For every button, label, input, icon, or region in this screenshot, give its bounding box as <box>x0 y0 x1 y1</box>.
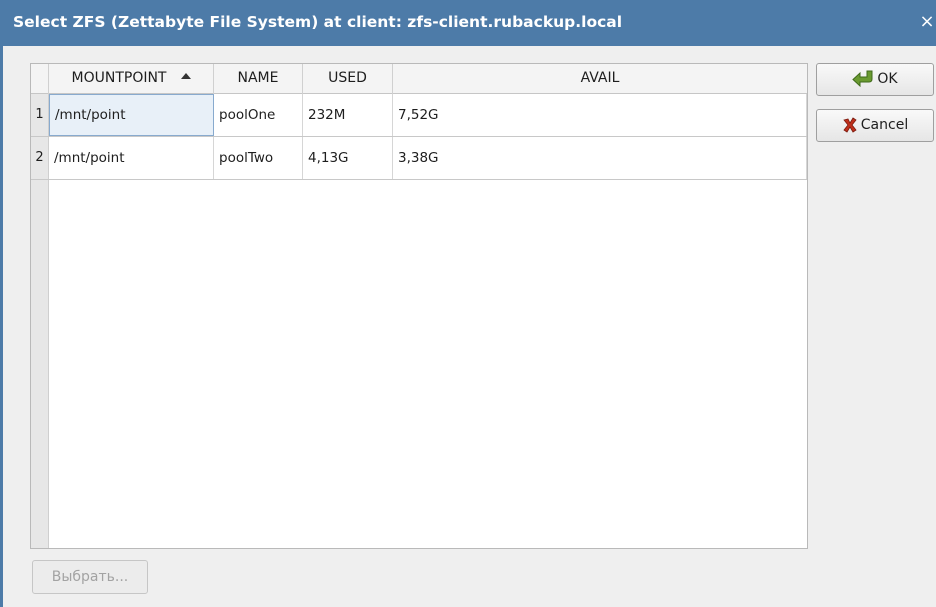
column-label: MOUNTPOINT <box>71 70 167 86</box>
close-icon[interactable]: × <box>918 10 936 34</box>
window-title: Select ZFS (Zettabyte File System) at cl… <box>13 13 623 31</box>
cancel-button[interactable]: Cancel <box>816 109 934 142</box>
zfs-select-dialog: Select ZFS (Zettabyte File System) at cl… <box>0 0 936 607</box>
column-header-avail[interactable]: AVAIL <box>393 64 807 94</box>
table-row[interactable]: 1 /mnt/point poolOne 232M 7,52G <box>31 94 807 137</box>
title-bar[interactable]: Select ZFS (Zettabyte File System) at cl… <box>0 0 936 46</box>
cell-name[interactable]: poolTwo <box>214 137 303 179</box>
column-header-name[interactable]: NAME <box>214 64 303 94</box>
cell-name[interactable]: poolOne <box>214 94 303 136</box>
zfs-table: MOUNTPOINT NAME USED AVAIL 1 /mnt/point … <box>30 63 808 549</box>
red-x-icon <box>842 114 858 145</box>
sort-ascending-icon <box>180 73 191 79</box>
row-number: 1 <box>31 94 49 136</box>
choose-button[interactable]: Выбрать... <box>32 560 148 594</box>
cell-mountpoint[interactable]: /mnt/point <box>49 137 214 179</box>
ok-label: OK <box>877 71 898 87</box>
cell-used[interactable]: 232M <box>303 94 393 136</box>
ok-button[interactable]: OK <box>816 63 934 96</box>
column-header-used[interactable]: USED <box>303 64 393 94</box>
row-number: 2 <box>31 137 49 179</box>
table-row[interactable]: 2 /mnt/point poolTwo 4,13G 3,38G <box>31 137 807 180</box>
cell-avail[interactable]: 3,38G <box>393 137 807 179</box>
header-corner <box>31 64 49 94</box>
green-arrow-icon <box>852 68 874 99</box>
cell-mountpoint[interactable]: /mnt/point <box>49 94 214 136</box>
cell-used[interactable]: 4,13G <box>303 137 393 179</box>
table-header: MOUNTPOINT NAME USED AVAIL <box>31 64 807 94</box>
cancel-label: Cancel <box>860 117 909 133</box>
cell-avail[interactable]: 7,52G <box>393 94 807 136</box>
column-header-mountpoint[interactable]: MOUNTPOINT <box>49 64 214 94</box>
